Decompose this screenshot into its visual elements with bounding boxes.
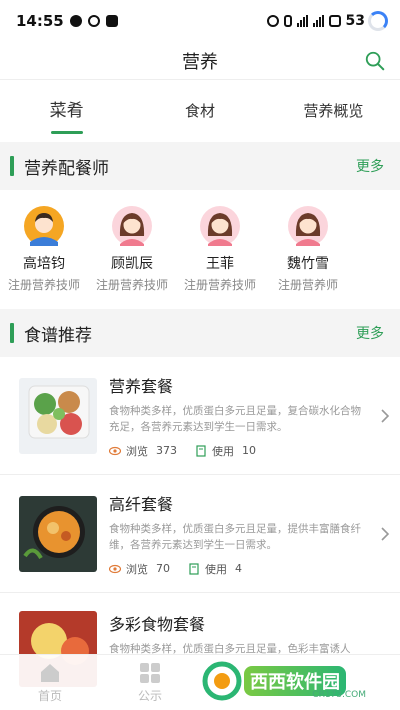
recipe-title: 多彩食物套餐 xyxy=(109,615,206,634)
nutritionist-card[interactable]: 魏竹雪 注册营养师 xyxy=(264,206,352,309)
status-time: 14:55 xyxy=(16,12,64,30)
chevron-right-icon xyxy=(381,526,390,541)
chevron-right-icon xyxy=(381,408,390,423)
uses-count: 4 xyxy=(235,562,242,575)
home-icon xyxy=(41,664,59,682)
recipes-more-link[interactable]: 更多 xyxy=(356,323,384,343)
tab-bar: 菜肴 食材 营养概览 xyxy=(0,80,400,142)
signal-icon xyxy=(296,15,308,27)
signal-2-icon xyxy=(312,15,324,27)
section-accent-bar xyxy=(10,156,14,176)
views-count: 373 xyxy=(156,444,177,457)
nav-notice-label: 公示 xyxy=(137,689,162,703)
nutritionist-role: 注册营养技师 xyxy=(183,278,256,292)
app-notification-icon xyxy=(105,15,118,27)
nav-home[interactable]: 首页 xyxy=(0,655,100,710)
recipe-description: 食物种类多样，优质蛋白多元且足量，提供丰富膳食纤维，各营养元素达到学生一日需求。 xyxy=(109,522,361,551)
nutritionist-name: 高培钧 xyxy=(23,256,65,272)
nutritionist-card[interactable]: 王菲 注册营养技师 xyxy=(176,206,264,309)
eye-icon xyxy=(109,564,121,573)
recipe-description: 食物种类多样，优质蛋白多元且足量，复合碳水化合物充足，各营养元素达到学生一日需求… xyxy=(109,404,361,433)
views-count: 70 xyxy=(156,562,170,575)
nutritionist-card[interactable]: 顾凯辰 注册营养技师 xyxy=(88,206,176,309)
nutritionists-header: 营养配餐师 更多 xyxy=(0,142,400,190)
tab-ingredients[interactable]: 食材 xyxy=(133,80,266,142)
nutritionist-card[interactable]: 高培钧 注册营养技师 xyxy=(0,206,88,309)
recipe-item[interactable]: 营养套餐 食物种类多样，优质蛋白多元且足量，复合碳水化合物充足，各营养元素达到学… xyxy=(0,357,400,475)
notification-icon xyxy=(69,15,82,27)
eye-icon xyxy=(109,446,121,455)
views-label: 浏览 xyxy=(126,562,148,576)
tab-dishes[interactable]: 菜肴 xyxy=(0,80,133,142)
battery-ring-icon xyxy=(368,11,388,31)
recipe-item[interactable]: 高纤套餐 食物种类多样，优质蛋白多元且足量，提供丰富膳食纤维，各营养元素达到学生… xyxy=(0,475,400,593)
dnd-icon xyxy=(87,15,100,27)
views-label: 浏览 xyxy=(126,444,148,458)
title-bar: 营养 xyxy=(0,42,400,80)
recipe-title: 高纤套餐 xyxy=(109,494,174,514)
grid-icon xyxy=(140,663,160,683)
nutritionist-list: 高培钧 注册营养技师 顾凯辰 注册营养技师 王菲 注册营养技师 魏竹雪 注册营养… xyxy=(0,190,400,309)
watermark-logo-icon xyxy=(202,661,242,701)
watermark-url: CR173.COM xyxy=(312,690,366,700)
battery-level: 53 xyxy=(345,13,365,29)
nutritionist-role: 注册营养师 xyxy=(277,278,338,292)
nutritionist-name: 魏竹雪 xyxy=(287,256,329,272)
nutritionist-role: 注册营养技师 xyxy=(7,278,80,292)
vibrate-icon xyxy=(283,15,292,27)
watermark: 西西软件园 CR173.COM xyxy=(202,660,380,702)
wifi-icon xyxy=(328,15,341,27)
recipes-header: 食谱推荐 更多 xyxy=(0,309,400,357)
nav-home-label: 首页 xyxy=(37,689,62,703)
nav-notice[interactable]: 公示 xyxy=(100,655,200,710)
female-avatar-icon xyxy=(200,206,240,246)
tab-nutrition-overview[interactable]: 营养概览 xyxy=(267,80,400,142)
female-avatar-icon xyxy=(112,206,152,246)
status-bar: 14:55 53 xyxy=(0,0,400,42)
nutritionist-name: 王菲 xyxy=(206,256,234,272)
male-avatar-icon xyxy=(24,206,64,246)
nutritionists-more-link[interactable]: 更多 xyxy=(356,156,384,176)
recipe-title: 营养套餐 xyxy=(109,376,174,396)
section-title: 食谱推荐 xyxy=(24,325,92,346)
section-title: 营养配餐师 xyxy=(24,158,109,179)
nutritionist-name: 顾凯辰 xyxy=(111,256,153,272)
search-icon[interactable] xyxy=(364,50,386,72)
uses-label: 使用 xyxy=(212,444,234,458)
recipe-thumbnail xyxy=(19,495,97,572)
alarm-icon xyxy=(266,15,279,27)
bookmark-icon xyxy=(196,444,206,457)
nutritionist-role: 注册营养技师 xyxy=(95,278,168,292)
page-title: 营养 xyxy=(182,51,218,73)
female-avatar-icon xyxy=(288,206,328,246)
uses-count: 10 xyxy=(242,444,256,457)
section-accent-bar xyxy=(10,323,14,343)
recipe-thumbnail xyxy=(19,377,97,454)
bookmark-icon xyxy=(189,562,199,575)
uses-label: 使用 xyxy=(205,562,227,576)
battery-indicator: 53 xyxy=(346,11,388,31)
